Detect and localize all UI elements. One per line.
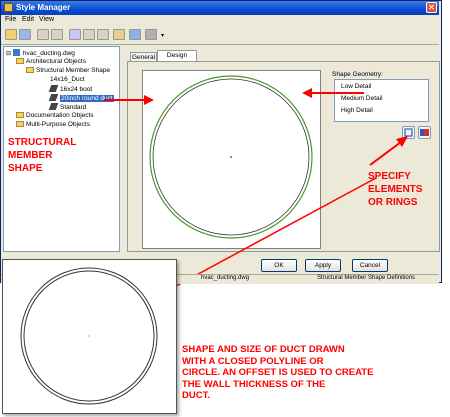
annotation-line: SPECIFY (368, 171, 411, 182)
status-definition: Structural Member Shape Definitions (317, 275, 416, 281)
cancel-button[interactable]: Cancel (352, 259, 388, 272)
annotation-line: DUCT. (182, 390, 210, 401)
annotation-line: ELEMENTS (368, 184, 423, 195)
duct-detail-panel (2, 259, 177, 414)
annotation-line: CIRCLE. AN OFFSET IS USED TO CREATE (182, 367, 374, 378)
annotation-specify-elements: SPECIFY ELEMENTS OR RINGS (368, 170, 422, 209)
annotation-line: SHAPE AND SIZE OF DUCT DRAWN (182, 344, 345, 355)
annotation-line: WITH A CLOSED POLYLINE OR (182, 355, 324, 367)
annotation-description: SHAPE AND SIZE OF DUCT DRAWN WITH A CLOS… (182, 344, 448, 402)
annotation-line: OR RINGS (368, 197, 418, 208)
status-file: hvac_ducting.dwg (201, 275, 250, 281)
annotation-line: THE WALL THICKNESS OF THE (182, 378, 326, 390)
apply-button[interactable]: Apply (305, 259, 341, 272)
duct-circle-detail (20, 267, 158, 405)
ok-button[interactable]: OK (261, 259, 297, 272)
